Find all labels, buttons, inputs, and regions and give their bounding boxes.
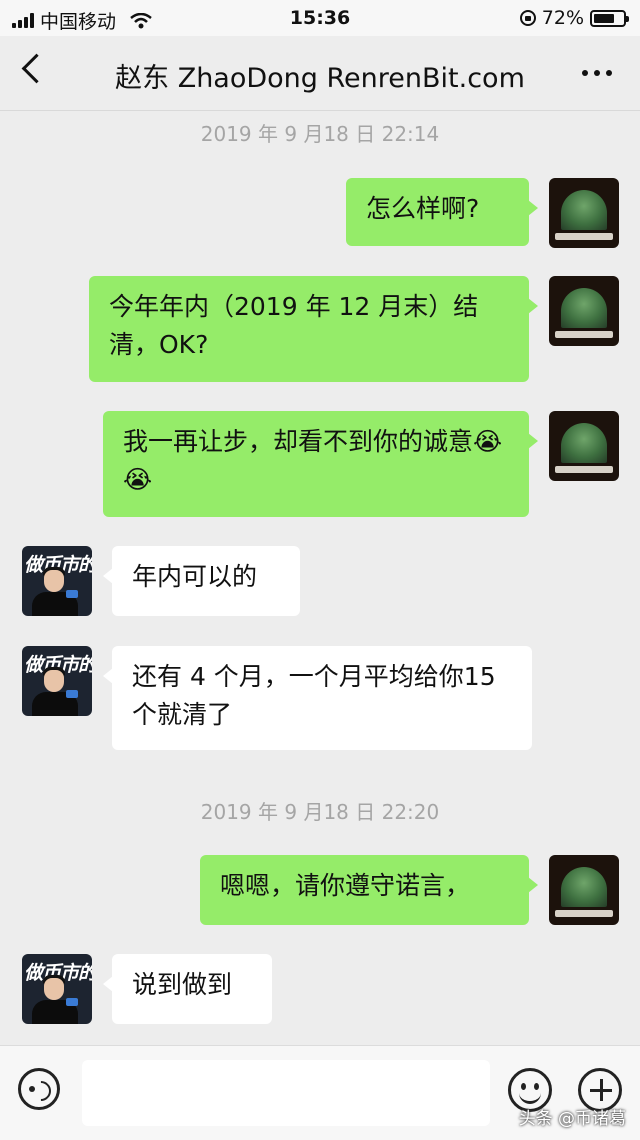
avatar-self[interactable] (549, 411, 619, 481)
avatar-contact[interactable]: 做币市的 (22, 954, 92, 1024)
battery-icon (590, 9, 629, 27)
message-bubble-self[interactable]: 怎么样啊? (346, 178, 538, 246)
more-dots-icon[interactable] (582, 70, 612, 76)
message-bubble-contact[interactable]: 还有 4 个月，一个月平均给你15 个就清了 (103, 646, 532, 750)
timestamp: 2019 年 9 月18 日 22:14 (200, 122, 440, 146)
status-right: 72% (519, 7, 629, 29)
watermark: 头条 @币诸葛 (518, 1109, 626, 1129)
status-bar: 中国移动 15:36 72% (0, 0, 640, 36)
message-bubble-contact[interactable]: 年内可以的 (103, 546, 300, 616)
message-bubble-self[interactable]: 今年年内（2019 年 12 月末）结清，OK? (89, 276, 538, 382)
message-bubble-contact[interactable]: 说到做到 (103, 954, 272, 1024)
avatar-self[interactable] (549, 276, 619, 346)
avatar-contact[interactable]: 做币市的 (22, 546, 92, 616)
avatar-self[interactable] (549, 178, 619, 248)
message-input[interactable] (82, 1060, 490, 1126)
voice-icon[interactable] (18, 1068, 60, 1110)
avatar-contact[interactable]: 做币市的 (22, 646, 92, 716)
message-bubble-self[interactable]: 我一再让步，却看不到你的诚意😭😭 (103, 411, 538, 517)
chat-header: 赵东 ZhaoDong RenrenBit.com (0, 36, 640, 111)
battery-percent: 72% (541, 7, 584, 29)
battery-fill (594, 13, 615, 23)
timestamp: 2019 年 9 月18 日 22:20 (200, 800, 440, 824)
message-bubble-self[interactable]: 嗯嗯，请你遵守诺言， (200, 855, 538, 925)
orientation-lock-icon (519, 10, 536, 26)
avatar-self[interactable] (549, 855, 619, 925)
chat-title: 赵东 ZhaoDong RenrenBit.com (115, 63, 525, 94)
